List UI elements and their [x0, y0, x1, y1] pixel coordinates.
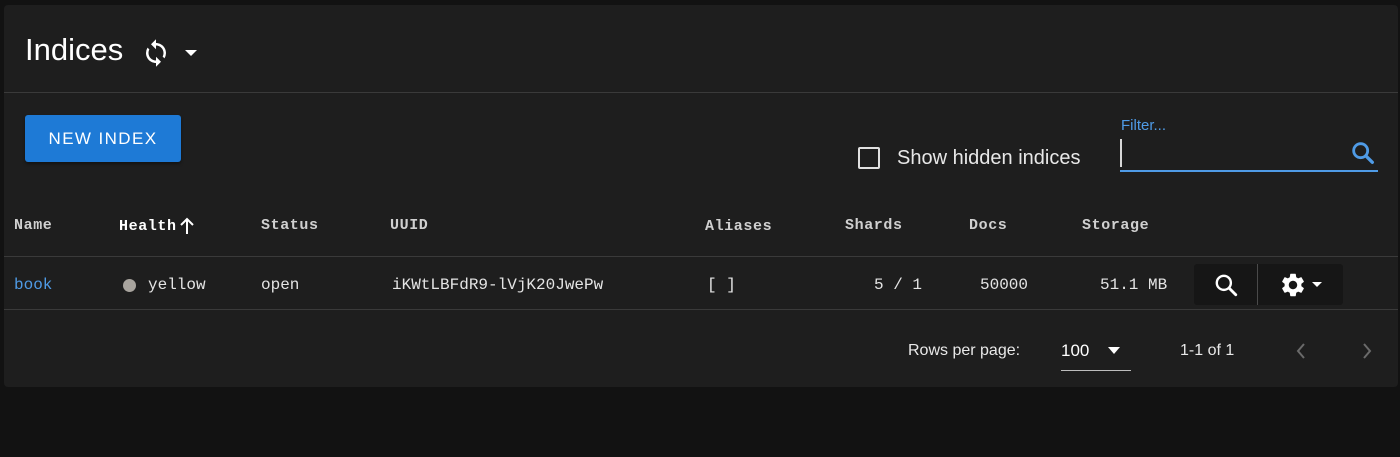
shards-value: 5 / 1	[874, 276, 923, 294]
column-header-status[interactable]: Status	[261, 217, 319, 234]
show-hidden-label: Show hidden indices	[897, 146, 1081, 169]
chevron-down-icon	[1311, 281, 1322, 287]
filter-input[interactable]	[1120, 139, 1340, 167]
indices-panel: Indices NEW INDEX Show hidden indices Fi…	[4, 5, 1398, 387]
column-header-storage[interactable]: Storage	[1082, 217, 1149, 234]
column-header-docs[interactable]: Docs	[969, 217, 1007, 234]
new-index-button[interactable]: NEW INDEX	[25, 115, 181, 162]
uuid-value: iKWtLBFdR9-lVjK20JwePw	[392, 276, 604, 294]
docs-value: 50000	[980, 276, 1029, 294]
index-name-link[interactable]: book	[14, 276, 52, 294]
health-status-dot	[123, 279, 136, 292]
aliases-value: [ ]	[707, 276, 736, 294]
column-header-health-label: Health	[119, 217, 177, 235]
chevron-left-icon[interactable]	[1293, 341, 1309, 361]
panel-header: Indices	[4, 5, 1398, 93]
chevron-right-icon[interactable]	[1359, 341, 1375, 361]
table-header: Name Health Status UUID Aliases Shards D…	[4, 205, 1398, 257]
column-header-aliases[interactable]: Aliases	[705, 218, 772, 235]
search-index-button[interactable]	[1194, 264, 1257, 305]
column-header-name[interactable]: Name	[14, 217, 52, 234]
rows-per-page-label: Rows per page:	[908, 342, 1021, 359]
gear-icon	[1281, 273, 1304, 296]
filter-field: Filter...	[1120, 113, 1378, 173]
rows-per-page-select[interactable]: 100	[1061, 331, 1131, 371]
refresh-icon[interactable]	[141, 38, 171, 68]
column-header-health[interactable]: Health	[119, 217, 195, 235]
caret-down-icon[interactable]	[182, 47, 200, 59]
health-value: yellow	[148, 276, 206, 294]
filter-underline	[1120, 170, 1378, 172]
pagination-range: 1-1 of 1	[1180, 342, 1235, 359]
rows-per-page-value: 100	[1061, 341, 1090, 360]
sort-ascending-icon	[179, 217, 194, 234]
show-hidden-checkbox[interactable]	[858, 147, 880, 169]
page-title: Indices	[25, 32, 124, 67]
column-header-uuid[interactable]: UUID	[390, 217, 428, 234]
storage-value: 51.1 MB	[1100, 276, 1168, 294]
caret-down-icon	[1108, 347, 1120, 354]
search-icon[interactable]	[1349, 139, 1377, 167]
search-icon	[1215, 274, 1237, 296]
status-value: open	[261, 276, 300, 294]
column-header-shards[interactable]: Shards	[845, 217, 903, 234]
filter-label: Filter...	[1121, 117, 1167, 134]
show-hidden-toggle[interactable]: Show hidden indices	[858, 145, 1080, 171]
table-row: book yellow open iKWtLBFdR9-lVjK20JwePw …	[4, 258, 1398, 310]
index-settings-button[interactable]	[1258, 264, 1343, 305]
